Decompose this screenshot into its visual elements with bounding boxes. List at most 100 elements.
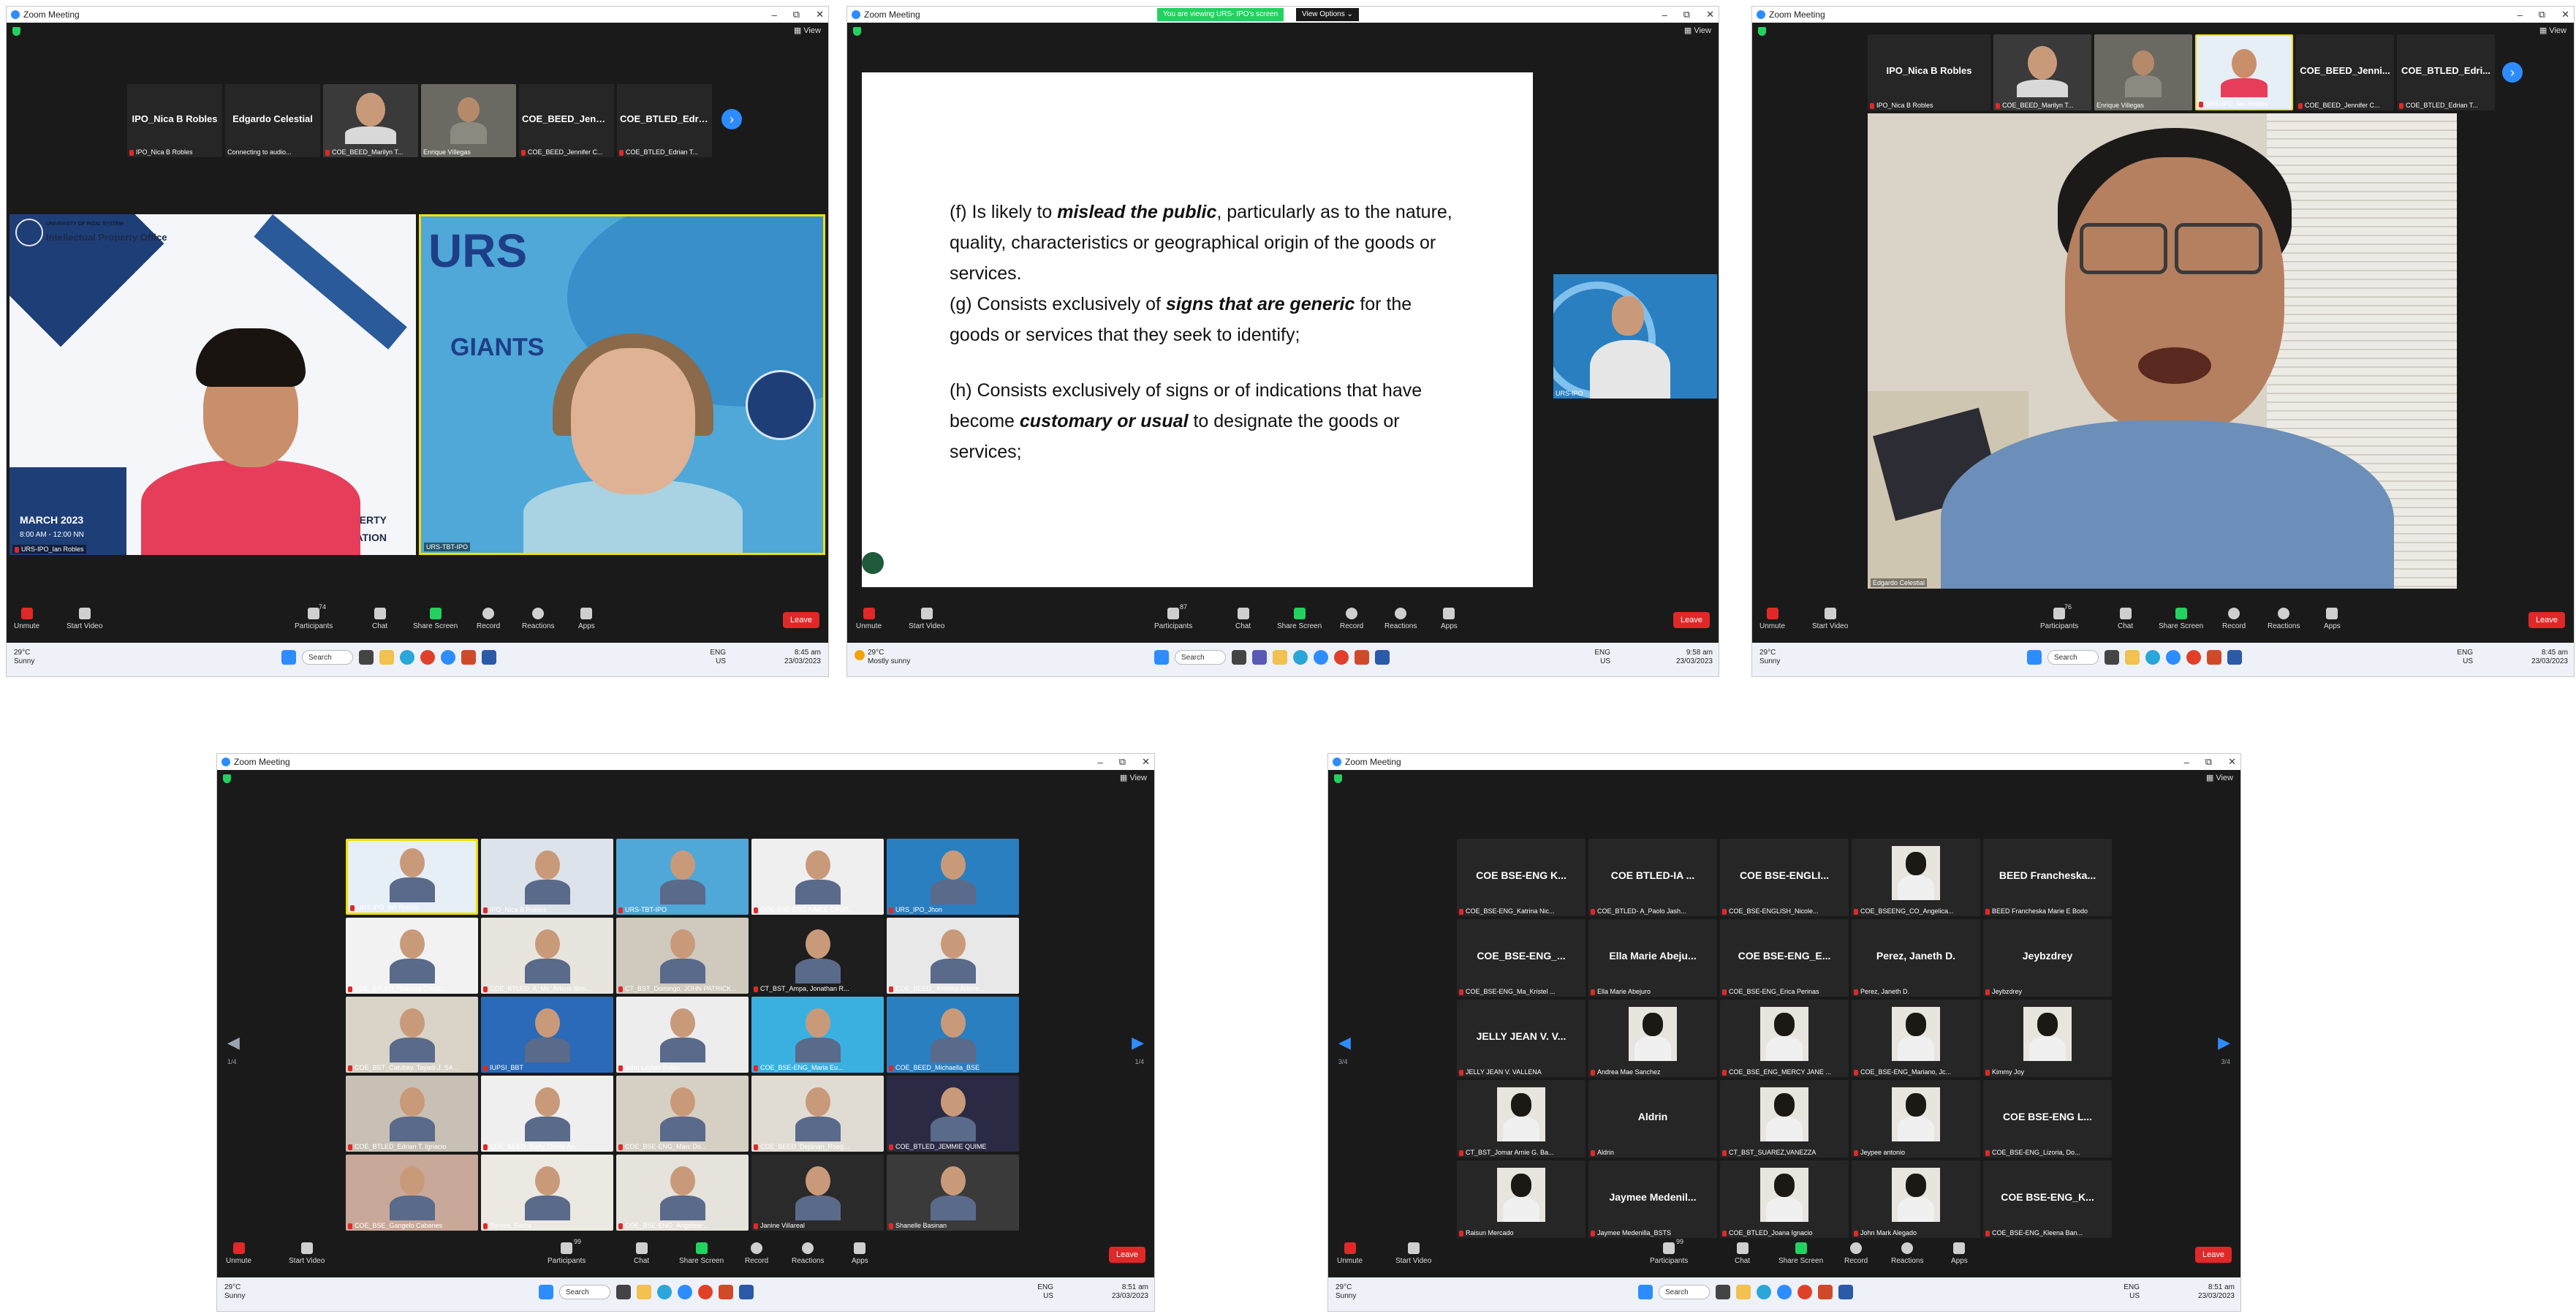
gallery-tile[interactable]: John Mark Alegado [1852,1160,1980,1238]
share-screen-button[interactable]: Share Screen [1277,608,1322,630]
record-button[interactable]: Record [2222,608,2246,630]
view-button[interactable]: ▦ View [2206,773,2233,782]
gallery-tile[interactable]: COE_BTLED_Rowena Credit... [346,918,478,994]
close-icon[interactable]: ✕ [1706,9,1714,20]
gallery-tile[interactable]: COE_BEED_Dejanan_Roeg... [751,1076,884,1152]
gallery-tile[interactable]: Raisun Mercado [1457,1160,1586,1238]
powerpoint-icon[interactable] [1355,650,1369,665]
close-icon[interactable]: ✕ [816,9,824,20]
gallery-tile[interactable]: COE_BSE-ENG_Maria Eu... [751,997,884,1073]
restore-icon[interactable]: ⧉ [1119,756,1126,768]
gallery-tile[interactable]: COE_BEED_Budy_Donie An... [481,1076,613,1152]
gallery-tile[interactable]: COE-BSE-ENG AIMEE DAUP... [751,839,884,915]
unmute-button[interactable]: Unmute [1759,608,1785,630]
restore-icon[interactable]: ⧉ [2539,9,2545,20]
speaker-thumbnail[interactable]: URS-IPO [1553,274,1717,399]
gallery-tile[interactable]: COE_BSE-ENG_Mariano, Jc... [1852,1000,1980,1077]
edge-icon[interactable] [2145,650,2160,665]
gallery-tile[interactable]: COE_BEED_Michaella_BSE [887,997,1019,1073]
files-icon[interactable] [379,650,394,665]
reactions-button[interactable]: Reactions [2268,608,2300,630]
share-screen-button[interactable]: Share Screen [1778,1242,1823,1265]
view-button[interactable]: ▦ View [1684,26,1711,35]
next-page-arrow[interactable]: › [721,109,742,129]
start-icon[interactable] [1638,1285,1653,1299]
gallery-tile[interactable]: COE BTLED-IA ... COE_BTLED- A_Paolo Jash.… [1588,839,1717,916]
weather-widget[interactable]: 29°C Sunny [1759,649,1780,666]
view-button[interactable]: ▦ View [2539,26,2566,35]
reactions-button[interactable]: Reactions [1891,1242,1923,1265]
gallery-tile[interactable]: IPO_Nica B Robles [481,839,613,915]
chat-button[interactable]: Chat [634,1242,649,1265]
next-page-arrow[interactable]: › [2502,62,2523,83]
strip-tile[interactable]: COE_BTLED_Edri... COE_BTLED_Edrian T... [2397,34,2495,110]
gallery-tile[interactable]: CT_BST_Ampa, Jonathan R... [751,918,884,994]
gallery-tile[interactable]: Jeybzdrey Jeybzdrey [1983,919,2112,997]
teams-icon[interactable] [1252,650,1267,665]
gallery-tile[interactable]: COE_BTLED_Joana Ignacio [1720,1160,1849,1238]
view-button[interactable]: ▦ View [1120,773,1147,782]
gallery-tile[interactable]: URS_IPO_Jhon [887,839,1019,915]
edge-icon[interactable] [400,650,414,665]
gallery-tile[interactable]: COE BSE-ENGLI... COE_BSE-ENGLISH_Nicole..… [1720,839,1849,916]
unmute-button[interactable]: Unmute [1337,1242,1363,1265]
gallery-tile[interactable]: Perez, Janeth D. Perez, Janeth D. [1852,919,1980,997]
unmute-button[interactable]: Unmute [14,608,39,630]
apps-button[interactable]: Apps [852,1242,868,1265]
gallery-tile[interactable]: BEED Francheska... BEED Francheska Marie … [1983,839,2112,916]
strip-tile[interactable]: COE_BEED_Jenni... COE_BEED_Jennifer C... [519,84,614,157]
gallery-tile[interactable]: COE BSE-ENG L... COE_BSE-ENG_Lizoria, Do.… [1983,1080,2112,1158]
leave-button[interactable]: Leave [2528,612,2565,628]
gallery-tile[interactable]: Shanelle Basinan [887,1155,1019,1231]
unmute-button[interactable]: Unmute [856,608,882,630]
reactions-button[interactable]: Reactions [792,1242,824,1265]
gallery-tile[interactable]: Kimmy Joy [1983,1000,2112,1077]
search-box[interactable]: Search [2047,650,2099,665]
word-icon[interactable] [1838,1285,1853,1299]
minimize-icon[interactable]: – [2184,757,2189,768]
chrome-icon[interactable] [420,650,435,665]
powerpoint-icon[interactable] [461,650,476,665]
files-icon[interactable] [2125,650,2140,665]
taskview-icon[interactable] [359,650,374,665]
unmute-button[interactable]: Unmute [226,1242,251,1265]
gallery-tile[interactable]: COE_BTLED_A_Mc_Arlene Bris... [481,918,613,994]
zoom-app-icon[interactable] [1314,650,1328,665]
gallery-tile[interactable]: John Leyber Polon [616,997,749,1073]
chrome-icon[interactable] [1797,1285,1812,1299]
chat-button[interactable]: Chat [1735,1242,1750,1265]
gallery-tile[interactable]: Andrea Mae Sanchez [1588,1000,1717,1077]
leave-button[interactable]: Leave [2195,1247,2232,1263]
word-icon[interactable] [1375,650,1390,665]
start-icon[interactable] [281,650,296,665]
powerpoint-icon[interactable] [2207,650,2221,665]
gallery-tile[interactable]: COE_BSE_ENG_MERCY JANE ... [1720,1000,1849,1077]
apps-button[interactable]: Apps [1951,1242,1968,1265]
zoom-app-icon[interactable] [1777,1285,1792,1299]
gallery-tile[interactable]: COE_BEED_ Kristine Arlene... [887,918,1019,994]
gallery-tile[interactable]: Janine Villareal [751,1155,884,1231]
apps-button[interactable]: Apps [1441,608,1458,630]
record-button[interactable]: Record [1340,608,1363,630]
powerpoint-icon[interactable] [719,1285,733,1299]
apps-button[interactable]: Apps [578,608,595,630]
gallery-tile[interactable]: Santos, Sierra [481,1155,613,1231]
gallery-tile[interactable]: COE_BSE-ENG_Marc Do... [616,1076,749,1152]
chrome-icon[interactable] [698,1285,713,1299]
restore-icon[interactable]: ⧉ [2205,756,2212,768]
minimize-icon[interactable]: – [772,10,777,20]
leave-button[interactable]: Leave [1673,612,1710,628]
participants-button[interactable]: Participants [1650,1242,1688,1265]
strip-tile[interactable]: Edgardo Celestial Connecting to audio... [225,84,320,157]
prev-page-arrow[interactable]: ◀ [227,1033,240,1052]
word-icon[interactable] [482,650,496,665]
word-icon[interactable] [739,1285,754,1299]
zoom-app-icon[interactable] [441,650,455,665]
close-icon[interactable]: ✕ [2228,756,2236,768]
record-button[interactable]: Record [745,1242,768,1265]
view-options-button[interactable]: View Options ⌄ [1296,8,1359,21]
strip-tile[interactable]: COE_BTLED_Edri... COE_BTLED_Edrian T... [617,84,712,157]
strip-tile[interactable]: COE_BEED_Jenni... COE_BEED_Jennifer C... [2296,34,2394,110]
gallery-tile[interactable]: Ella Marie Abeju... Ella Marie Abejuro [1588,919,1717,997]
strip-tile[interactable]: Enrique Villegas [2094,34,2192,110]
